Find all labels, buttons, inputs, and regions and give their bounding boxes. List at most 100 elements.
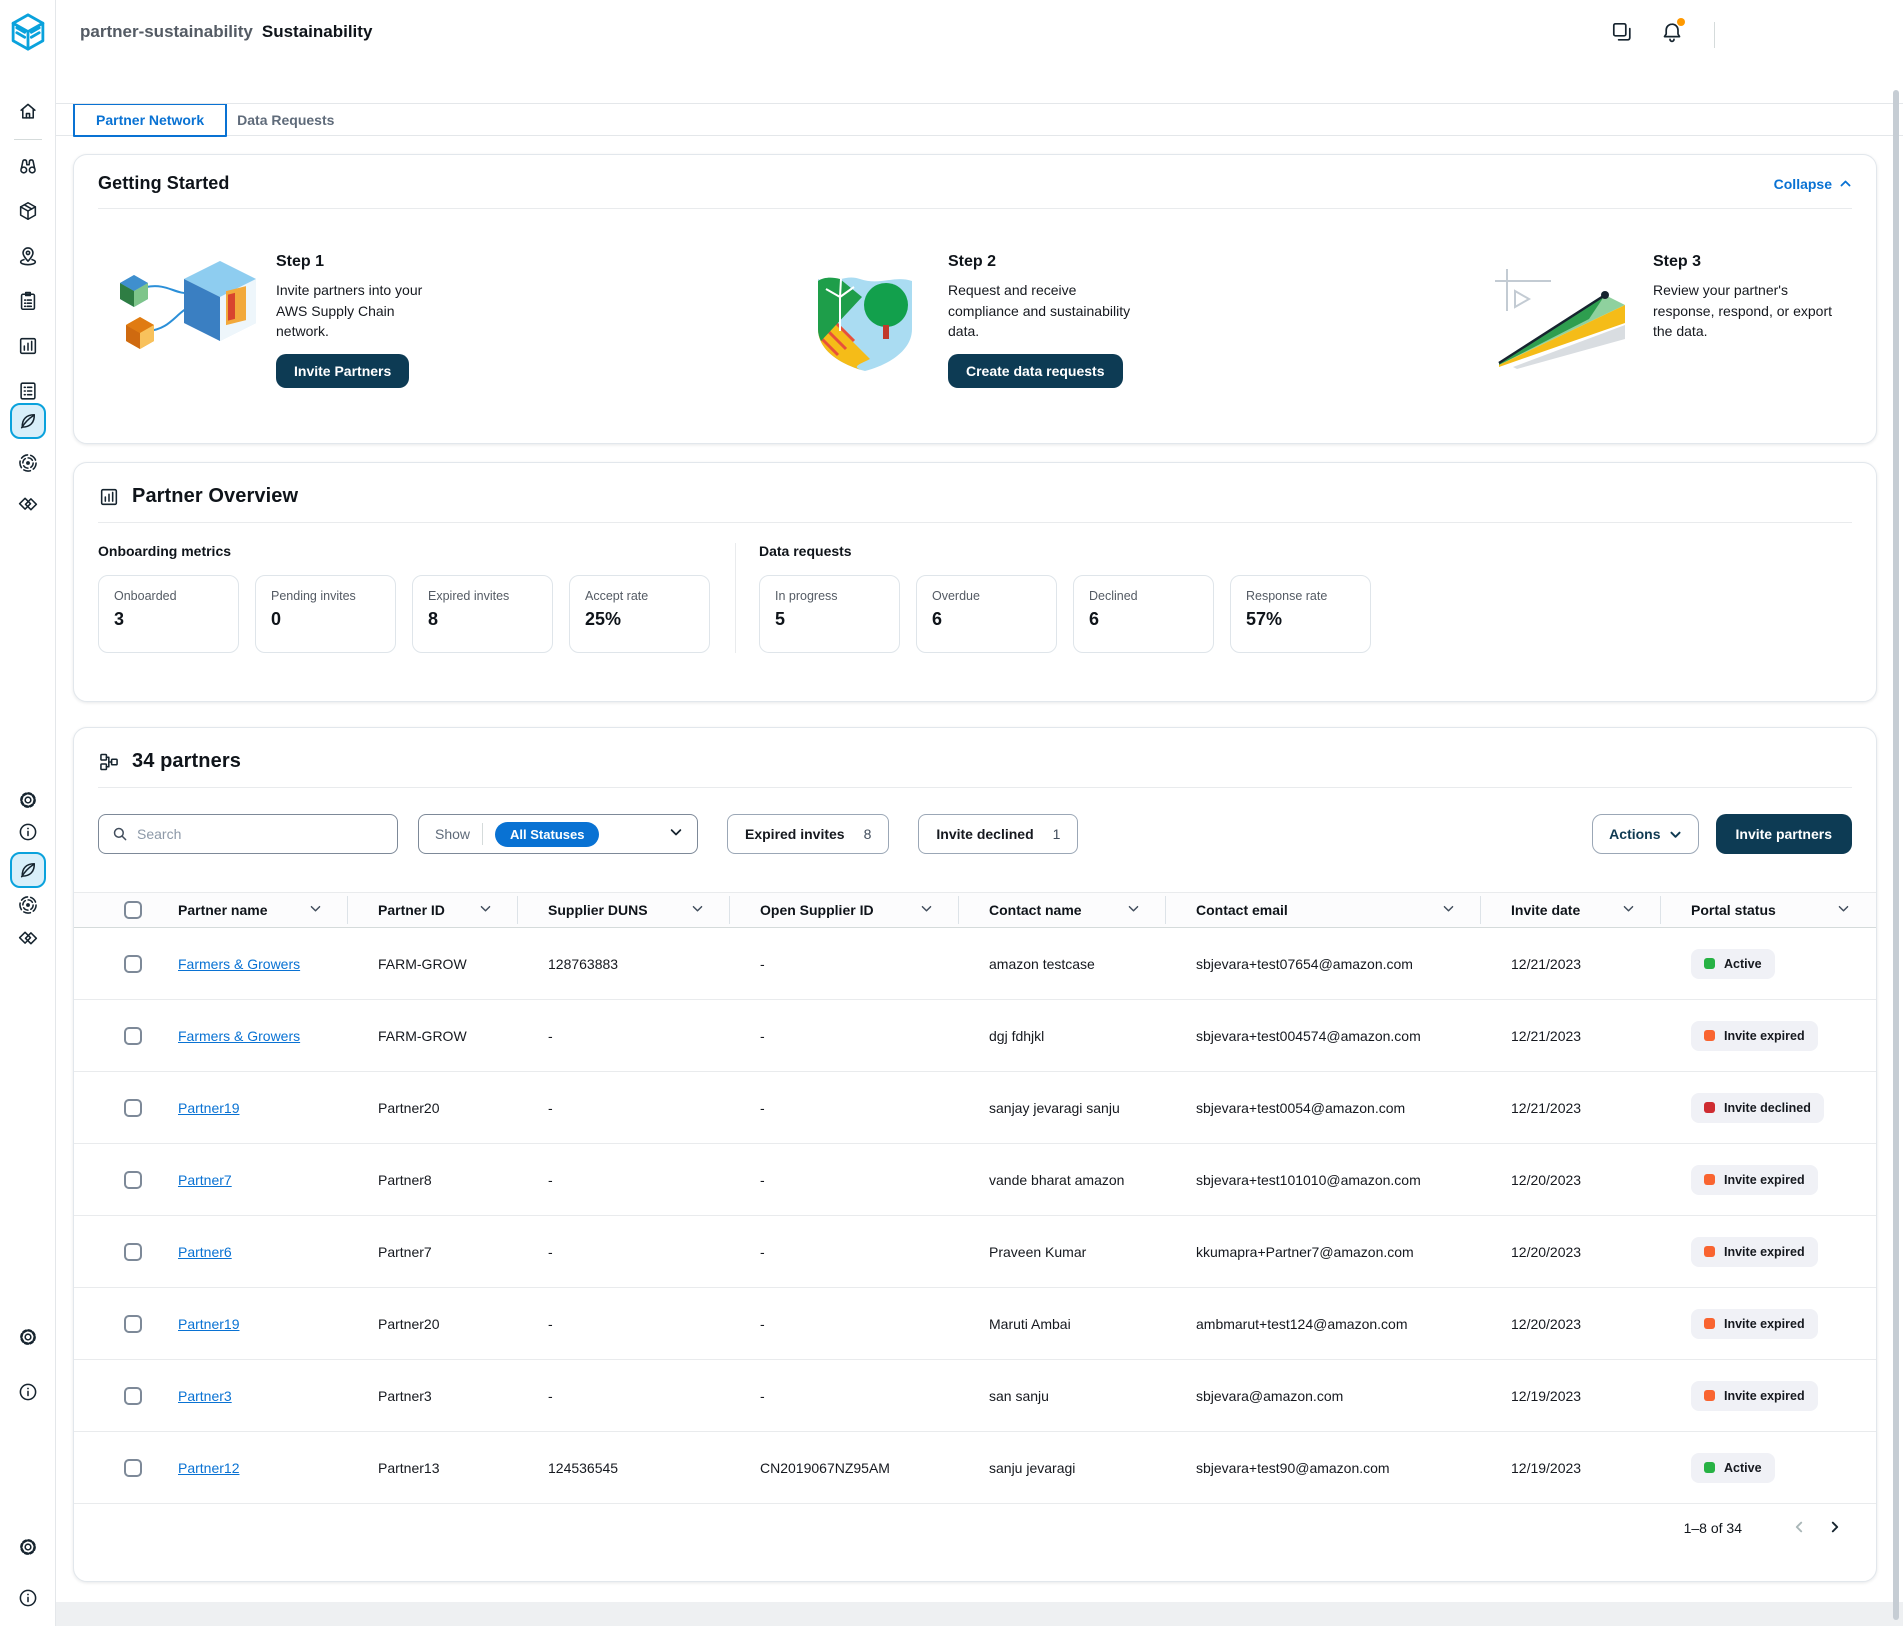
tab-bar: Partner Network Data Requests <box>56 104 1903 136</box>
metric-value: 6 <box>1089 609 1198 630</box>
page-title: Sustainability <box>262 22 373 42</box>
pagination-next-button[interactable] <box>1824 1516 1846 1541</box>
row-checkbox[interactable] <box>124 1459 142 1477</box>
tab-data-requests[interactable]: Data Requests <box>227 104 344 135</box>
search-input[interactable] <box>137 826 367 842</box>
row-checkbox[interactable] <box>124 955 142 973</box>
table-row: Partner19 Partner20 - - Maruti Ambai amb… <box>74 1288 1876 1360</box>
sidebar-item-integrations-2[interactable] <box>10 920 46 956</box>
apps-icon[interactable] <box>1610 20 1634 49</box>
sidebar-item-sustainability-active-2[interactable] <box>10 852 46 888</box>
collapse-button[interactable]: Collapse <box>1774 176 1852 192</box>
row-checkbox[interactable] <box>124 1027 142 1045</box>
row-checkbox[interactable] <box>124 1315 142 1333</box>
step-title: Step 1 <box>276 253 324 271</box>
metric-value: 25% <box>585 609 694 630</box>
chevron-down-icon <box>920 902 933 918</box>
sidebar-item-settings[interactable] <box>10 782 46 818</box>
status-badge: Invite expired <box>1691 1309 1818 1339</box>
status-dot <box>1704 958 1715 969</box>
invite-date-cell: 12/21/2023 <box>1481 956 1661 972</box>
partner-name-link[interactable]: Partner7 <box>178 1172 232 1188</box>
metric-value: 6 <box>932 609 1041 630</box>
sidebar-item-network[interactable] <box>10 238 46 274</box>
table-row: Partner12 Partner13 124536545 CN2019067N… <box>74 1432 1876 1504</box>
sidebar-item-home[interactable] <box>10 93 46 129</box>
contact-name-cell: vande bharat amazon <box>959 1172 1166 1188</box>
sidebar-item-settings-3[interactable] <box>10 1529 46 1565</box>
pagination-prev-button[interactable] <box>1788 1516 1810 1541</box>
partner-name-link[interactable]: Farmers & Growers <box>178 1028 300 1044</box>
partner-name-link[interactable]: Partner12 <box>178 1460 239 1476</box>
column-header-portal-status[interactable]: Portal status <box>1661 898 1876 922</box>
column-header-contact-email[interactable]: Contact email <box>1166 898 1481 922</box>
partner-id-cell: FARM-GROW <box>348 956 518 972</box>
status-dot <box>1704 1318 1715 1329</box>
sidebar-item-planning[interactable] <box>10 283 46 319</box>
chevron-down-icon <box>1442 902 1455 918</box>
partners-count-title: 34 partners <box>132 750 241 773</box>
open-supplier-id-cell: - <box>730 1244 959 1260</box>
invite-partners-step-button[interactable]: Invite Partners <box>276 354 409 388</box>
invite-date-cell: 12/20/2023 <box>1481 1244 1661 1260</box>
status-filter-select[interactable]: Show All Statuses <box>418 814 698 854</box>
filter-token-expired-invites[interactable]: Expired invites 8 <box>727 814 889 854</box>
column-header-supplier-duns[interactable]: Supplier DUNS <box>518 898 730 922</box>
row-checkbox[interactable] <box>124 1243 142 1261</box>
sidebar-item-info[interactable] <box>10 814 46 850</box>
create-data-requests-button[interactable]: Create data requests <box>948 354 1123 388</box>
chevron-left-icon <box>1792 1520 1806 1534</box>
group-divider <box>735 543 736 653</box>
column-header-contact-name[interactable]: Contact name <box>959 898 1166 922</box>
sidebar-item-sustainability-active[interactable] <box>10 403 46 439</box>
tab-partner-network[interactable]: Partner Network <box>73 103 227 137</box>
sidebar-item-orders[interactable] <box>10 193 46 229</box>
sidebar-item-analytics[interactable] <box>10 328 46 364</box>
invite-partners-button[interactable]: Invite partners <box>1716 814 1852 854</box>
notifications-bell-icon[interactable] <box>1660 20 1684 49</box>
select-all-checkbox[interactable] <box>124 901 142 919</box>
contact-email-cell: sbjevara@amazon.com <box>1166 1388 1481 1404</box>
actions-dropdown-button[interactable]: Actions <box>1592 814 1698 854</box>
sidebar-item-settings-2[interactable] <box>10 1319 46 1355</box>
column-header-partner-id[interactable]: Partner ID <box>348 898 518 922</box>
partner-overview-card: Partner Overview Onboarding metrics Onbo… <box>73 462 1877 702</box>
sidebar-item-demand-planning[interactable] <box>10 445 46 481</box>
aws-supply-chain-logo[interactable] <box>7 11 49 53</box>
metric-label: Declined <box>1089 589 1198 603</box>
column-header-partner-name[interactable]: Partner name <box>161 898 348 922</box>
contact-email-cell: sbjevara+test90@amazon.com <box>1166 1460 1481 1476</box>
vertical-scrollbar-thumb[interactable] <box>1893 90 1899 1620</box>
sidebar-item-demand-planning-2[interactable] <box>10 887 46 923</box>
filter-token-invite-declined[interactable]: Invite declined 1 <box>918 814 1078 854</box>
partner-name-link[interactable]: Partner3 <box>178 1388 232 1404</box>
supplier-duns-cell: - <box>518 1316 730 1332</box>
supplier-duns-cell: 128763883 <box>518 956 730 972</box>
contact-name-cell: san sanju <box>959 1388 1166 1404</box>
table-row: Partner7 Partner8 - - vande bharat amazo… <box>74 1144 1876 1216</box>
sidebar-item-info-2[interactable] <box>10 1374 46 1410</box>
sidebar-item-insights[interactable] <box>10 148 46 184</box>
target-icon <box>17 894 39 916</box>
contact-name-cell: Maruti Ambai <box>959 1316 1166 1332</box>
chevron-down-icon <box>309 902 322 918</box>
sidebar-item-info-3[interactable] <box>10 1580 46 1616</box>
column-label: Contact email <box>1196 902 1288 918</box>
column-header-open-supplier-id[interactable]: Open Supplier ID <box>730 898 959 922</box>
partner-name-link[interactable]: Partner19 <box>178 1316 239 1332</box>
table-row: Farmers & Growers FARM-GROW - - dgj fdhj… <box>74 1000 1876 1072</box>
gear-icon <box>17 789 39 811</box>
column-header-invite-date[interactable]: Invite date <box>1481 898 1661 922</box>
metric-label: Expired invites <box>428 589 537 603</box>
row-checkbox[interactable] <box>124 1099 142 1117</box>
metric-value: 8 <box>428 609 537 630</box>
row-checkbox[interactable] <box>124 1171 142 1189</box>
row-checkbox[interactable] <box>124 1387 142 1405</box>
sidebar-item-integrations[interactable] <box>10 486 46 522</box>
partner-name-link[interactable]: Farmers & Growers <box>178 956 300 972</box>
partner-name-link[interactable]: Partner6 <box>178 1244 232 1260</box>
partner-name-link[interactable]: Partner19 <box>178 1100 239 1116</box>
contact-email-cell: sbjevara+test0054@amazon.com <box>1166 1100 1481 1116</box>
step-3: Step 3 Review your partner's response, r… <box>1493 253 1843 371</box>
filter-toolbar: Show All Statuses Expired invites 8 Invi… <box>98 814 1852 854</box>
